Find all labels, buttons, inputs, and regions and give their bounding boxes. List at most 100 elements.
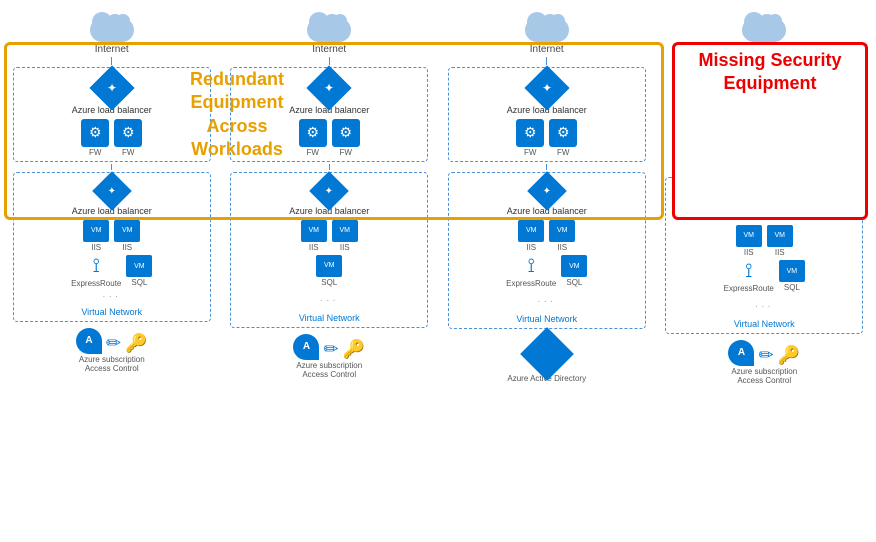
vline-col2-1 (329, 57, 330, 65)
sql-1: VM SQL (126, 255, 152, 287)
lb-mid-icon-1: ✦ (108, 185, 116, 196)
sql-label-1: SQL (131, 278, 147, 287)
bottom-icons-2: A ✏ 🔑 Azure subscription Access Control (293, 334, 365, 379)
sql-label-4: SQL (784, 283, 800, 292)
fw-row-2: ⚙ FW ⚙ FW (299, 119, 360, 157)
lb-icon-3: ✦ (542, 81, 552, 95)
iis-vm-3a: VM IIS (518, 220, 544, 252)
er-sql-row-4: ⟟ ExpressRoute VM SQL (724, 260, 805, 293)
er-label-4: ExpressRoute (724, 284, 774, 293)
iis-vm-2b: VM IIS (332, 220, 358, 252)
vnet-label-4: Virtual Network (734, 319, 795, 329)
lb-3: ✦ Azure load balancer (507, 72, 587, 116)
fw-icon-3b: ⚙ (549, 119, 577, 147)
sql-icon-3: VM (561, 255, 587, 277)
iis-label-2a: IIS (309, 243, 319, 252)
sql-3: VM SQL (561, 255, 587, 287)
azure-sub-1: A ✏ 🔑 Azure subscription Access Control (76, 328, 148, 373)
top-box-3: ✦ Azure load balancer ⚙ FW ⚙ FW (448, 67, 646, 162)
iis-vm-4a: VM IIS (736, 225, 762, 257)
bottom-icons-4: A ✏ 🔑 Azure subscription Access Control (728, 340, 800, 385)
er-4: ⟟ ExpressRoute (724, 260, 774, 293)
azure-sub-label-1: Azure subscription Access Control (79, 355, 145, 373)
cloud-2-label: Internet (312, 44, 346, 55)
mid-box-2: ✦ Azure load balancer VM IIS VM IIS VM (230, 172, 428, 328)
top-box-2: ✦ Azure load balancer ⚙ FW ⚙ FW (230, 67, 428, 162)
azure-icon-4: A (728, 340, 754, 366)
fw-3a: ⚙ FW (516, 119, 544, 157)
mid-box-1: ✦ Azure load balancer VM IIS VM IIS (13, 172, 211, 322)
column-3: Internet ✦ Azure load balancer ⚙ FW ⚙ (439, 6, 655, 536)
vm-icon-4a: VM (736, 225, 762, 247)
vm-icon-2b: VM (332, 220, 358, 242)
missing-security-box: Missing Security Equipment (672, 42, 868, 220)
iis-vm-2a: VM IIS (301, 220, 327, 252)
fw-label-3a: FW (524, 148, 536, 157)
er-icon-4: ⟟ (745, 260, 752, 283)
fw-icon-2b: ⚙ (332, 119, 360, 147)
bottom-icons-3: Azure Active Directory (507, 335, 586, 383)
key-icon-1: 🔑 (125, 333, 147, 354)
iis-label-4a: IIS (744, 248, 754, 257)
pencil-icon-4: ✏ (758, 345, 773, 366)
azure-sub-2: A ✏ 🔑 Azure subscription Access Control (293, 334, 365, 379)
lb-mid-icon-2: ✦ (325, 185, 333, 196)
azure-icon-2: A (293, 334, 319, 360)
fw-row-3: ⚙ FW ⚙ FW (516, 119, 577, 157)
iis-vm-1a: VM IIS (83, 220, 109, 252)
vline-1 (111, 57, 112, 65)
fw-label-2a: FW (307, 148, 319, 157)
fw-icon-3a: ⚙ (516, 119, 544, 147)
sql-label-3: SQL (566, 278, 582, 287)
er-icon-3: ⟟ (528, 255, 535, 278)
lb-mid-icon-3: ✦ (543, 185, 551, 196)
fw-icon-1a: ⚙ (81, 119, 109, 147)
ad-icon-3 (520, 327, 574, 381)
er-label-3: ExpressRoute (506, 279, 556, 288)
vm-icon-3b: VM (549, 220, 575, 242)
diagram: Missing Security Equipment Redundant Equ… (0, 0, 876, 542)
er-sql-row-3: ⟟ ExpressRoute VM SQL (506, 255, 587, 288)
iis-label-1b: IIS (122, 243, 132, 252)
iis-label-3a: IIS (526, 243, 536, 252)
azure-sub-4: A ✏ 🔑 Azure subscription Access Control (728, 340, 800, 385)
iis-label-3b: IIS (557, 243, 567, 252)
missing-security-label: Missing Security Equipment (675, 49, 865, 96)
vline-2 (111, 164, 112, 170)
vm-row-1: VM IIS VM IIS (83, 220, 140, 252)
column-2: Internet ✦ Azure load balancer ⚙ FW ⚙ (222, 6, 438, 536)
lb-mid-2: ✦ Azure load balancer (289, 177, 369, 217)
mid-box-3: ✦ Azure load balancer VM IIS VM IIS (448, 172, 646, 329)
fw-row-1: ⚙ FW ⚙ FW (81, 119, 142, 157)
cloud-3: Internet (521, 6, 573, 55)
vm-row-2: VM IIS VM IIS (301, 220, 358, 252)
vm-icon-3a: VM (518, 220, 544, 242)
iis-vm-1b: VM IIS (114, 220, 140, 252)
cloud-2: Internet (303, 6, 355, 55)
fw-label-2b: FW (340, 148, 352, 157)
azure-sub-label-2: Azure subscription Access Control (296, 361, 362, 379)
sql-4: VM SQL (779, 260, 805, 292)
dots-2: ··· (320, 290, 339, 308)
vm-icon-4b: VM (767, 225, 793, 247)
lb-mid-1: ✦ Azure load balancer (72, 177, 152, 217)
er-sql-row-1: ⟟ ExpressRoute VM SQL (71, 255, 152, 288)
sql-icon-2: VM (316, 255, 342, 277)
sql-label-2: SQL (321, 278, 337, 287)
lb-icon-1: ✦ (107, 81, 117, 95)
key-icon-4: 🔑 (778, 345, 800, 366)
sql-2: VM SQL (316, 255, 342, 287)
iis-vm-4b: VM IIS (767, 225, 793, 257)
lb-mid-3: ✦ Azure load balancer (507, 177, 587, 217)
cloud-1: Internet (86, 6, 138, 55)
fw-icon-1b: ⚙ (114, 119, 142, 147)
active-dir-3: Azure Active Directory (507, 335, 586, 383)
er-label-1: ExpressRoute (71, 279, 121, 288)
lb-1: ✦ Azure load balancer (72, 72, 152, 116)
sql-icon-1: VM (126, 255, 152, 277)
pencil-icon-1: ✏ (106, 333, 121, 354)
top-box-1: ✦ Azure load balancer ⚙ FW ⚙ FW (13, 67, 211, 162)
iis-label-2b: IIS (340, 243, 350, 252)
fw-3b: ⚙ FW (549, 119, 577, 157)
azure-icon-1: A (76, 328, 102, 354)
